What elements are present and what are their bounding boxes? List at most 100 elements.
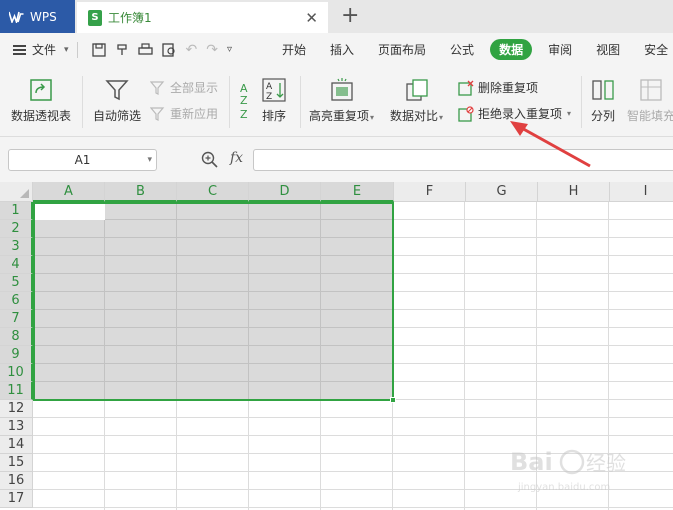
undo-icon[interactable]: ↶ bbox=[186, 42, 198, 58]
column-header-c[interactable]: C bbox=[177, 182, 249, 202]
formula-input[interactable] bbox=[253, 149, 673, 171]
tab-home[interactable]: 开始 bbox=[270, 41, 318, 58]
svg-text:Z: Z bbox=[240, 108, 248, 121]
menu-bar: 文件 ▾ ↶ ↷ ▿ 开始 插入 页面布局 公式 数据 审阅 视图 安全 bbox=[0, 33, 673, 66]
svg-text:Z: Z bbox=[240, 94, 248, 107]
tab-page-layout[interactable]: 页面布局 bbox=[366, 41, 438, 58]
svg-text:Bai: Bai bbox=[510, 448, 553, 476]
row-header-4[interactable]: 4 bbox=[0, 256, 33, 274]
row-header-5[interactable]: 5 bbox=[0, 274, 33, 292]
data-compare-icon bbox=[405, 79, 428, 101]
tab-data[interactable]: 数据 bbox=[490, 39, 533, 60]
reapply-button[interactable]: 重新应用 bbox=[150, 105, 218, 122]
row-header-12[interactable]: 12 bbox=[0, 400, 33, 418]
highlight-duplicates-button[interactable]: 高亮重复项▾ bbox=[309, 78, 374, 124]
row-header-3[interactable]: 3 bbox=[0, 238, 33, 256]
svg-text:A: A bbox=[266, 82, 273, 92]
fx-icon[interactable]: fx bbox=[230, 150, 243, 166]
remove-duplicates-button[interactable]: 删除重复项 bbox=[458, 79, 538, 96]
filter-reapply-icon bbox=[150, 106, 165, 121]
wps-home-tab[interactable]: WPS bbox=[0, 0, 75, 33]
redo-icon[interactable]: ↷ bbox=[206, 42, 218, 58]
row-header-6[interactable]: 6 bbox=[0, 292, 33, 310]
pivot-table-icon bbox=[30, 79, 52, 101]
sort-ascending-icon[interactable]: A Z Z bbox=[240, 80, 256, 122]
autofilter-label: 自动筛选 bbox=[93, 109, 142, 123]
show-all-button[interactable]: 全部显示 bbox=[150, 79, 218, 96]
save-icon[interactable] bbox=[91, 42, 106, 57]
pivot-table-button[interactable]: 数据透视表 bbox=[11, 78, 71, 124]
hamburger-icon bbox=[13, 44, 26, 55]
column-header-i[interactable]: I bbox=[610, 182, 673, 202]
divider bbox=[229, 76, 230, 128]
sort-icon: A Z bbox=[262, 78, 286, 102]
chevron-down-icon: ▾ bbox=[64, 44, 69, 55]
tab-security[interactable]: 安全 bbox=[632, 41, 673, 58]
close-tab-icon[interactable]: ✕ bbox=[305, 9, 318, 27]
name-box[interactable]: A1 ▾ bbox=[8, 149, 157, 171]
customize-toolbar-icon[interactable]: ▿ bbox=[227, 44, 232, 55]
column-header-g[interactable]: G bbox=[466, 182, 538, 202]
filter-icon bbox=[105, 80, 129, 101]
filter-clear-icon bbox=[150, 80, 165, 95]
file-menu-label: 文件 bbox=[32, 43, 57, 57]
tab-formulas[interactable]: 公式 bbox=[438, 41, 486, 58]
file-menu-button[interactable]: 文件 ▾ bbox=[13, 41, 69, 58]
row-header-11[interactable]: 11 bbox=[0, 382, 33, 400]
autofilter-button[interactable]: 自动筛选 bbox=[93, 78, 141, 124]
split-label: 分列 bbox=[591, 109, 616, 123]
row-header-1[interactable]: 1 bbox=[0, 202, 33, 220]
row-header-2[interactable]: 2 bbox=[0, 220, 33, 238]
svg-text:Z: Z bbox=[266, 92, 272, 102]
active-cell[interactable] bbox=[35, 204, 105, 220]
column-header-h[interactable]: H bbox=[538, 182, 610, 202]
row-header-15[interactable]: 15 bbox=[0, 454, 33, 472]
select-all-corner[interactable] bbox=[0, 182, 33, 202]
quick-access-toolbar: ↶ ↷ ▿ bbox=[91, 42, 232, 58]
svg-text:经验: 经验 bbox=[586, 451, 626, 475]
title-bar: WPS S 工作簿1 ✕ + bbox=[0, 0, 673, 33]
tab-review[interactable]: 审阅 bbox=[536, 41, 584, 58]
print-preview-icon[interactable] bbox=[161, 42, 177, 57]
text-to-columns-button[interactable]: 分列 bbox=[591, 78, 615, 124]
data-compare-label: 数据对比▾ bbox=[390, 109, 444, 123]
row-header-14[interactable]: 14 bbox=[0, 436, 33, 454]
fill-handle[interactable] bbox=[390, 397, 396, 403]
zoom-icon[interactable] bbox=[201, 151, 219, 169]
column-header-f[interactable]: F bbox=[394, 182, 466, 202]
smart-fill-button[interactable]: 智能填充 bbox=[627, 78, 673, 124]
row-header-7[interactable]: 7 bbox=[0, 310, 33, 328]
wps-label: WPS bbox=[30, 9, 57, 24]
spreadsheet-icon: S bbox=[88, 9, 102, 26]
row-header-16[interactable]: 16 bbox=[0, 472, 33, 490]
selected-range[interactable] bbox=[33, 202, 394, 401]
column-header-d[interactable]: D bbox=[249, 182, 321, 202]
show-all-label: 全部显示 bbox=[170, 81, 219, 95]
highlight-duplicates-label: 高亮重复项▾ bbox=[309, 109, 375, 123]
row-header-13[interactable]: 13 bbox=[0, 418, 33, 436]
split-columns-icon bbox=[592, 80, 614, 100]
column-header-b[interactable]: B bbox=[105, 182, 177, 202]
column-header-a[interactable]: A bbox=[33, 182, 105, 202]
pivot-table-label: 数据透视表 bbox=[11, 109, 72, 123]
divider bbox=[76, 41, 78, 58]
column-header-e[interactable]: E bbox=[321, 182, 394, 202]
row-header-10[interactable]: 10 bbox=[0, 364, 33, 382]
print-icon[interactable] bbox=[137, 42, 153, 57]
format-painter-icon[interactable] bbox=[115, 43, 129, 57]
smart-fill-icon bbox=[640, 79, 662, 101]
reject-duplicates-icon bbox=[458, 105, 474, 122]
new-tab-button[interactable]: + bbox=[341, 3, 359, 28]
document-tab[interactable]: S 工作簿1 ✕ bbox=[77, 2, 328, 33]
chevron-down-icon[interactable]: ▾ bbox=[147, 150, 152, 170]
tab-view[interactable]: 视图 bbox=[584, 41, 632, 58]
document-tab-label: 工作簿1 bbox=[108, 11, 152, 25]
data-compare-button[interactable]: 数据对比▾ bbox=[390, 78, 443, 124]
baidu-watermark: Bai 经验 jingyan.baidu.com bbox=[510, 448, 626, 493]
tab-insert[interactable]: 插入 bbox=[318, 41, 366, 58]
row-header-17[interactable]: 17 bbox=[0, 490, 33, 508]
menu-tabs: 开始 插入 页面布局 公式 数据 审阅 视图 安全 bbox=[270, 33, 673, 66]
row-header-9[interactable]: 9 bbox=[0, 346, 33, 364]
row-header-8[interactable]: 8 bbox=[0, 328, 33, 346]
sort-button[interactable]: A Z 排序 bbox=[262, 78, 286, 124]
